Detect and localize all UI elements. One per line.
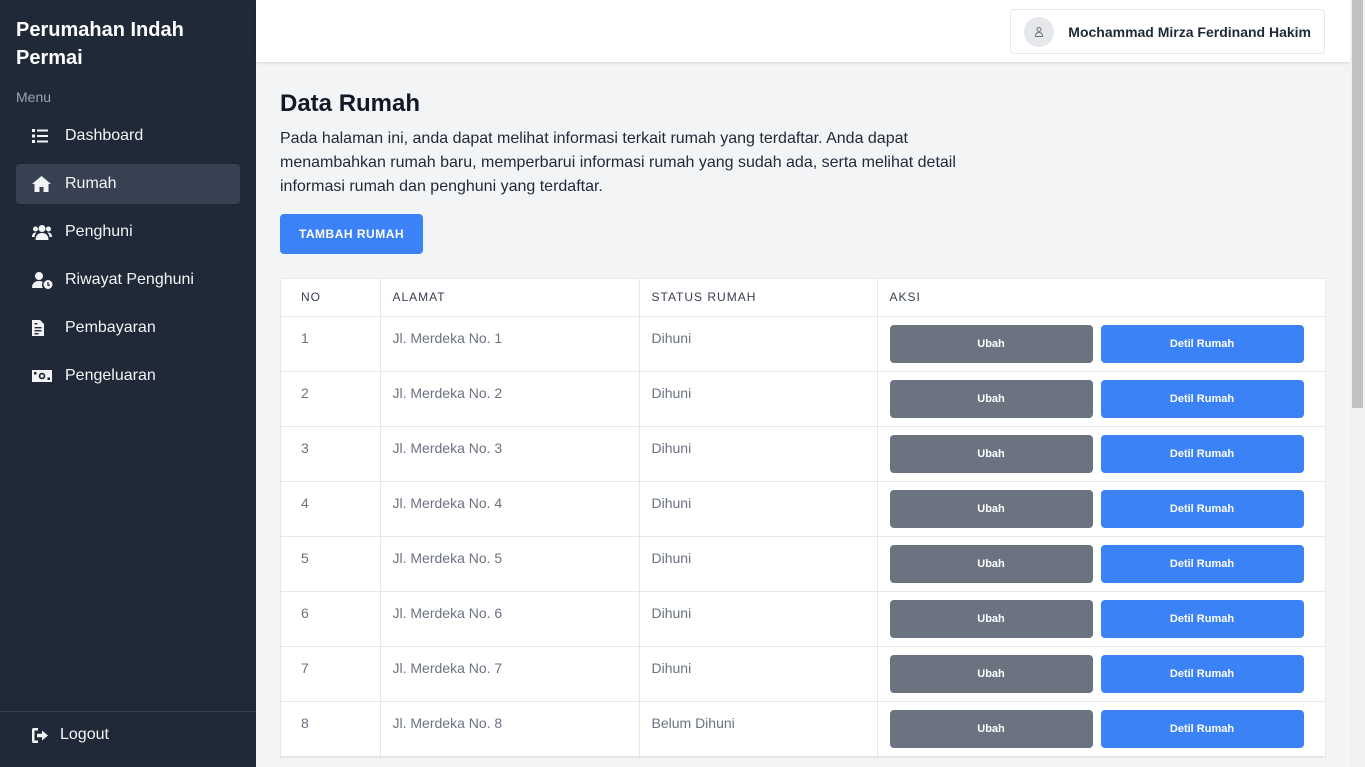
cell-no: 5: [281, 536, 381, 592]
scrollbar-thumb[interactable]: [1352, 0, 1363, 408]
sidebar-item-label: Dashboard: [65, 127, 144, 144]
cell-no: 3: [281, 426, 381, 482]
table-header-row: NO ALAMAT STATUS RUMAH AKSI: [281, 279, 1325, 317]
detail-house-button[interactable]: Detil Rumah: [1100, 599, 1304, 638]
detail-house-button[interactable]: Detil Rumah: [1100, 434, 1304, 473]
cell-alamat: Jl. Merdeka No. 5: [380, 536, 640, 592]
user-icon: [1035, 26, 1044, 37]
table-row: 8 Jl. Merdeka No. 8 Belum Dihuni Ubah Detil …: [281, 701, 1325, 757]
detail-house-button[interactable]: Detil Rumah: [1100, 654, 1304, 693]
cell-no: 8: [281, 701, 381, 757]
table-body: 1 Jl. Merdeka No. 1 Dihuni Ubah Detil Rumah 2…: [281, 316, 1325, 757]
table-row: 2 Jl. Merdeka No. 2 Dihuni Ubah Detil Rumah: [281, 371, 1325, 427]
column-header-no: NO: [281, 279, 381, 317]
table-row: 7 Jl. Merdeka No. 7 Dihuni Ubah Detil Rumah: [281, 646, 1325, 702]
top-header: Mochammad Mirza Ferdinand Hakim: [256, 0, 1350, 62]
cell-actions: Ubah Detil Rumah: [877, 426, 1325, 482]
sidebar-divider: [0, 711, 256, 712]
sidebar-item-label: Pembayaran: [65, 319, 156, 336]
logout-label: Logout: [60, 726, 109, 743]
cell-no: 4: [281, 481, 381, 537]
table-row: 6 Jl. Merdeka No. 6 Dihuni Ubah Detil Rumah: [281, 591, 1325, 647]
scrollbar[interactable]: [1350, 0, 1365, 767]
edit-button[interactable]: Ubah: [889, 654, 1093, 693]
edit-button[interactable]: Ubah: [889, 599, 1093, 638]
edit-button[interactable]: Ubah: [889, 324, 1093, 363]
detail-house-button[interactable]: Detil Rumah: [1100, 324, 1304, 363]
cell-alamat: Jl. Merdeka No. 1: [380, 316, 640, 372]
cell-status: Dihuni: [639, 591, 878, 647]
detail-house-button[interactable]: Detil Rumah: [1100, 489, 1304, 528]
sign-out-icon: [32, 727, 48, 743]
brand-title: Perumahan Indah Permai: [16, 19, 184, 69]
cell-actions: Ubah Detil Rumah: [877, 371, 1325, 427]
cell-alamat: Jl. Merdeka No. 4: [380, 481, 640, 537]
cell-status: Belum Dihuni: [639, 701, 878, 757]
avatar: [1024, 16, 1055, 47]
page-title: Data Rumah: [280, 90, 421, 117]
sidebar-item-riwayat-penghuni[interactable]: Riwayat Penghuni: [16, 260, 240, 300]
houses-table: NO ALAMAT STATUS RUMAH AKSI 1 Jl. Merdeka…: [280, 278, 1326, 758]
cell-actions: Ubah Detil Rumah: [877, 701, 1325, 757]
list-icon: [32, 126, 56, 146]
sidebar-item-penghuni[interactable]: Penghuni: [16, 212, 240, 252]
table-row: 5 Jl. Merdeka No. 5 Dihuni Ubah Detil Rumah: [281, 536, 1325, 592]
money-bill-icon: [32, 366, 56, 386]
users-icon: [32, 222, 56, 242]
column-header-status: STATUS RUMAH: [639, 279, 878, 317]
edit-button[interactable]: Ubah: [889, 544, 1093, 583]
sidebar: Perumahan Indah Permai Menu Dashboard Ru…: [0, 0, 256, 767]
cell-alamat: Jl. Merdeka No. 3: [380, 426, 640, 482]
cell-no: 6: [281, 591, 381, 647]
cell-status: Dihuni: [639, 426, 878, 482]
cell-actions: Ubah Detil Rumah: [877, 316, 1325, 372]
sidebar-item-pembayaran[interactable]: Pembayaran: [16, 308, 240, 348]
table-row: 4 Jl. Merdeka No. 4 Dihuni Ubah Detil Rumah: [281, 481, 1325, 537]
detail-house-button[interactable]: Detil Rumah: [1100, 379, 1304, 418]
detail-house-button[interactable]: Detil Rumah: [1100, 709, 1304, 748]
cell-status: Dihuni: [639, 481, 878, 537]
cell-status: Dihuni: [639, 316, 878, 372]
user-clock-icon: [32, 270, 56, 290]
cell-alamat: Jl. Merdeka No. 7: [380, 646, 640, 702]
cell-no: 1: [281, 316, 381, 372]
cell-no: 7: [281, 646, 381, 702]
cell-alamat: Jl. Merdeka No. 2: [380, 371, 640, 427]
user-menu-button[interactable]: Mochammad Mirza Ferdinand Hakim: [1010, 9, 1325, 54]
logout-button[interactable]: Logout: [32, 726, 109, 744]
edit-button[interactable]: Ubah: [889, 709, 1093, 748]
menu-label: Menu: [16, 89, 52, 105]
home-icon: [32, 174, 56, 194]
sidebar-item-label: Rumah: [65, 175, 117, 192]
edit-button[interactable]: Ubah: [889, 379, 1093, 418]
cell-status: Dihuni: [639, 646, 878, 702]
sidebar-item-dashboard[interactable]: Dashboard: [16, 116, 240, 156]
sidebar-item-rumah[interactable]: Rumah: [16, 164, 240, 204]
cell-alamat: Jl. Merdeka No. 8: [380, 701, 640, 757]
sidebar-item-label: Riwayat Penghuni: [65, 271, 194, 288]
cell-actions: Ubah Detil Rumah: [877, 536, 1325, 592]
detail-house-button[interactable]: Detil Rumah: [1100, 544, 1304, 583]
sidebar-item-pengeluaran[interactable]: Pengeluaran: [16, 356, 240, 396]
edit-button[interactable]: Ubah: [889, 489, 1093, 528]
table-row: 3 Jl. Merdeka No. 3 Dihuni Ubah Detil Rumah: [281, 426, 1325, 482]
cell-actions: Ubah Detil Rumah: [877, 591, 1325, 647]
cell-no: 2: [281, 371, 381, 427]
cell-status: Dihuni: [639, 371, 878, 427]
add-house-button[interactable]: TAMBAH RUMAH: [280, 214, 423, 254]
cell-status: Dihuni: [639, 536, 878, 592]
edit-button[interactable]: Ubah: [889, 434, 1093, 473]
sidebar-item-label: Penghuni: [65, 223, 133, 240]
sidebar-nav: Dashboard Rumah Penghuni Riwayat Penghun…: [16, 116, 240, 404]
cell-actions: Ubah Detil Rumah: [877, 646, 1325, 702]
user-name: Mochammad Mirza Ferdinand Hakim: [1068, 23, 1311, 40]
sidebar-item-label: Pengeluaran: [65, 367, 156, 384]
page-description: Pada halaman ini, anda dapat melihat inf…: [280, 130, 956, 195]
file-invoice-icon: [32, 318, 56, 338]
column-header-aksi: AKSI: [877, 279, 1325, 317]
cell-alamat: Jl. Merdeka No. 6: [380, 591, 640, 647]
table-row: 1 Jl. Merdeka No. 1 Dihuni Ubah Detil Rumah: [281, 316, 1325, 372]
column-header-alamat: ALAMAT: [380, 279, 640, 317]
cell-actions: Ubah Detil Rumah: [877, 481, 1325, 537]
